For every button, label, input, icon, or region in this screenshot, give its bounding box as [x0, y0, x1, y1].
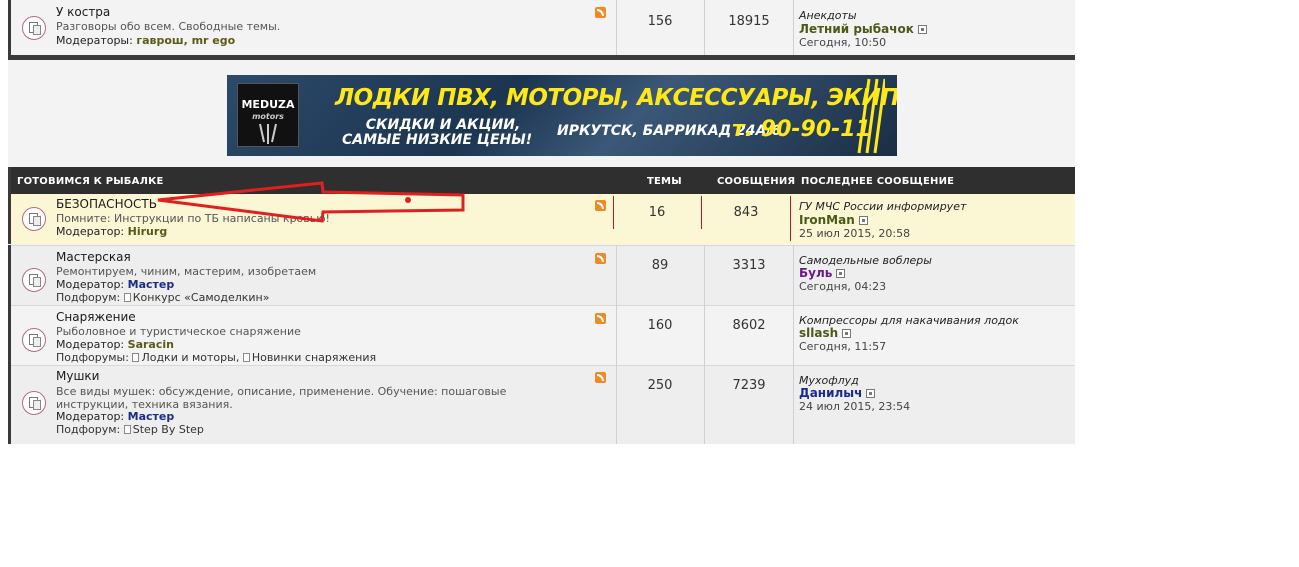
forum-moderators: Модераторы: гаврош, mr ego	[56, 34, 235, 47]
banner-stripes-icon	[857, 78, 885, 154]
banner-headline: ЛОДКИ ПВХ, МОТОРЫ, АКСЕССУАРЫ, ЭКИПИРОВК…	[335, 85, 897, 111]
posts-count: 843	[733, 205, 759, 220]
moderator-links[interactable]: Мастер	[128, 278, 175, 291]
topics-count: 89	[651, 258, 669, 273]
subforum-link[interactable]: Лодки и моторы,	[141, 351, 239, 364]
subforum-label: Подфорумы:	[56, 351, 129, 364]
subforum-icon	[242, 353, 250, 362]
forum-title-link[interactable]: БЕЗОПАСНОСТЬ	[56, 197, 157, 211]
posts-count: 7239	[732, 378, 766, 393]
category-title[interactable]: ГОТОВИМСЯ К РЫБАЛКЕ	[17, 176, 163, 187]
forum-moderators: Модератор: Мастер	[56, 278, 174, 291]
forum-description: Ремонтируем, чиним, мастерим, изобретаем	[56, 265, 317, 278]
subforum-icon	[123, 293, 131, 302]
subforum-label: Подфорум:	[56, 423, 121, 436]
forum-read-icon	[22, 328, 46, 352]
forum-title-link[interactable]: Мастерская	[56, 250, 131, 264]
last-post-author: Буль	[799, 266, 846, 280]
moderator-links[interactable]: Мастер	[128, 410, 175, 423]
subforum-label: Подфорум:	[56, 291, 121, 304]
last-post-author-name[interactable]: IronMan	[799, 213, 855, 227]
moderator-links[interactable]: гаврош, mr ego	[136, 34, 235, 47]
advertisement-banner[interactable]: MEDUZA motors ЛОДКИ ПВХ, МОТОРЫ, АКСЕССУ…	[227, 75, 897, 156]
go-to-post-icon[interactable]	[858, 216, 868, 225]
moderators-label: Модератор:	[56, 278, 125, 291]
go-to-post-icon[interactable]	[866, 389, 876, 398]
moderators-label: Модератор:	[56, 338, 125, 351]
col-posts-header: СООБЩЕНИЯ	[717, 176, 796, 187]
go-to-post-icon[interactable]	[842, 329, 852, 338]
posts-count: 8602	[732, 318, 766, 333]
last-post-author-name[interactable]: Данилыч	[799, 386, 862, 400]
last-post-date: Сегодня, 04:23	[799, 280, 887, 293]
annotation-arrow-icon	[157, 181, 465, 223]
subforum-link[interactable]: Новинки снаряжения	[252, 351, 376, 364]
last-post-author: Летний рыбачок	[799, 22, 927, 36]
forum-title-link[interactable]: У костра	[56, 5, 110, 19]
topics-count: 156	[647, 14, 673, 29]
forum-title-link[interactable]: Мушки	[56, 369, 99, 383]
last-post-date: Сегодня, 11:57	[799, 340, 887, 353]
subforum-link[interactable]: Step By Step	[133, 423, 204, 436]
logo-tentacles-icon	[259, 123, 277, 144]
moderator-links[interactable]: Saracin	[128, 338, 174, 351]
go-to-post-icon[interactable]	[836, 269, 846, 278]
forum-read-icon	[22, 16, 46, 40]
forum-title-link[interactable]: Снаряжение	[56, 310, 136, 324]
last-post-date: 24 июл 2015, 23:54	[799, 400, 911, 413]
subforum-list: Подфорум: Step By Step	[56, 423, 204, 436]
moderators-label: Модератор:	[56, 410, 125, 423]
posts-count: 3313	[732, 258, 766, 273]
subforum-list: Подфорум: Конкурс «Самоделкин»	[56, 291, 269, 304]
last-post-topic[interactable]: Анекдоты	[799, 9, 857, 22]
subforum-icon	[132, 353, 140, 362]
last-post-date: 25 июл 2015, 20:58	[799, 227, 911, 240]
forum-row-workshop: Мастерская Ремонтируем, чиним, мастерим,…	[8, 245, 1075, 305]
forum-read-icon	[22, 268, 46, 292]
last-post-date: Сегодня, 10:50	[799, 36, 887, 49]
col-topics-header: ТЕМЫ	[647, 176, 682, 187]
moderators-label: Модераторы:	[56, 34, 133, 47]
banner-phone: т. 90-90-11	[732, 117, 871, 142]
forum-moderators: Модератор: Saracin	[56, 338, 174, 351]
forum-row-flies: Мушки Все виды мушек: обсуждение, описан…	[8, 365, 1075, 444]
last-post-author: Данилыч	[799, 386, 876, 400]
rss-feed-icon[interactable]	[595, 313, 606, 324]
moderators-label: Модератор:	[56, 225, 125, 238]
meduza-logo: MEDUZA motors	[237, 83, 299, 147]
go-to-post-icon[interactable]	[917, 25, 927, 34]
last-post-author-name[interactable]: Летний рыбачок	[799, 22, 914, 36]
rss-feed-icon[interactable]	[595, 253, 606, 264]
last-post-author: sllash	[799, 326, 852, 340]
forum-description: Все виды мушек: обсуждение, описание, пр…	[56, 385, 507, 411]
forum-row-campfire: У костра Разговоры обо всем. Свободные т…	[8, 0, 1075, 55]
forum-moderators: Модератор: Мастер	[56, 410, 174, 423]
forum-row-gear: Снаряжение Рыболовное и туристическое сн…	[8, 305, 1075, 365]
topics-count: 160	[647, 318, 673, 333]
subforum-link[interactable]: Конкурс «Самоделкин»	[133, 291, 270, 304]
last-post-author-name[interactable]: Буль	[799, 266, 832, 280]
subforum-icon	[123, 425, 131, 434]
last-post-author: IronMan	[799, 213, 868, 227]
rss-feed-icon[interactable]	[595, 7, 606, 18]
col-last-header: ПОСЛЕДНЕЕ СООБЩЕНИЕ	[801, 176, 955, 187]
last-post-topic[interactable]: ГУ МЧС России информирует	[799, 200, 966, 213]
subforum-list: Подфорумы: Лодки и моторы, Новинки снаря…	[56, 351, 376, 364]
banner-promo: СКИДКИ И АКЦИИ, САМЫЕ НИЗКИЕ ЦЕНЫ!	[342, 117, 533, 148]
topics-count: 250	[647, 378, 673, 393]
forum-description: Разговоры обо всем. Свободные темы.	[56, 20, 281, 33]
posts-count: 18915	[728, 14, 770, 29]
forum-read-icon	[22, 207, 46, 231]
last-post-author-name[interactable]: sllash	[799, 326, 838, 340]
forum-description: Рыболовное и туристическое снаряжение	[56, 325, 301, 338]
rss-feed-icon[interactable]	[595, 372, 606, 383]
forum-read-icon	[22, 391, 46, 415]
